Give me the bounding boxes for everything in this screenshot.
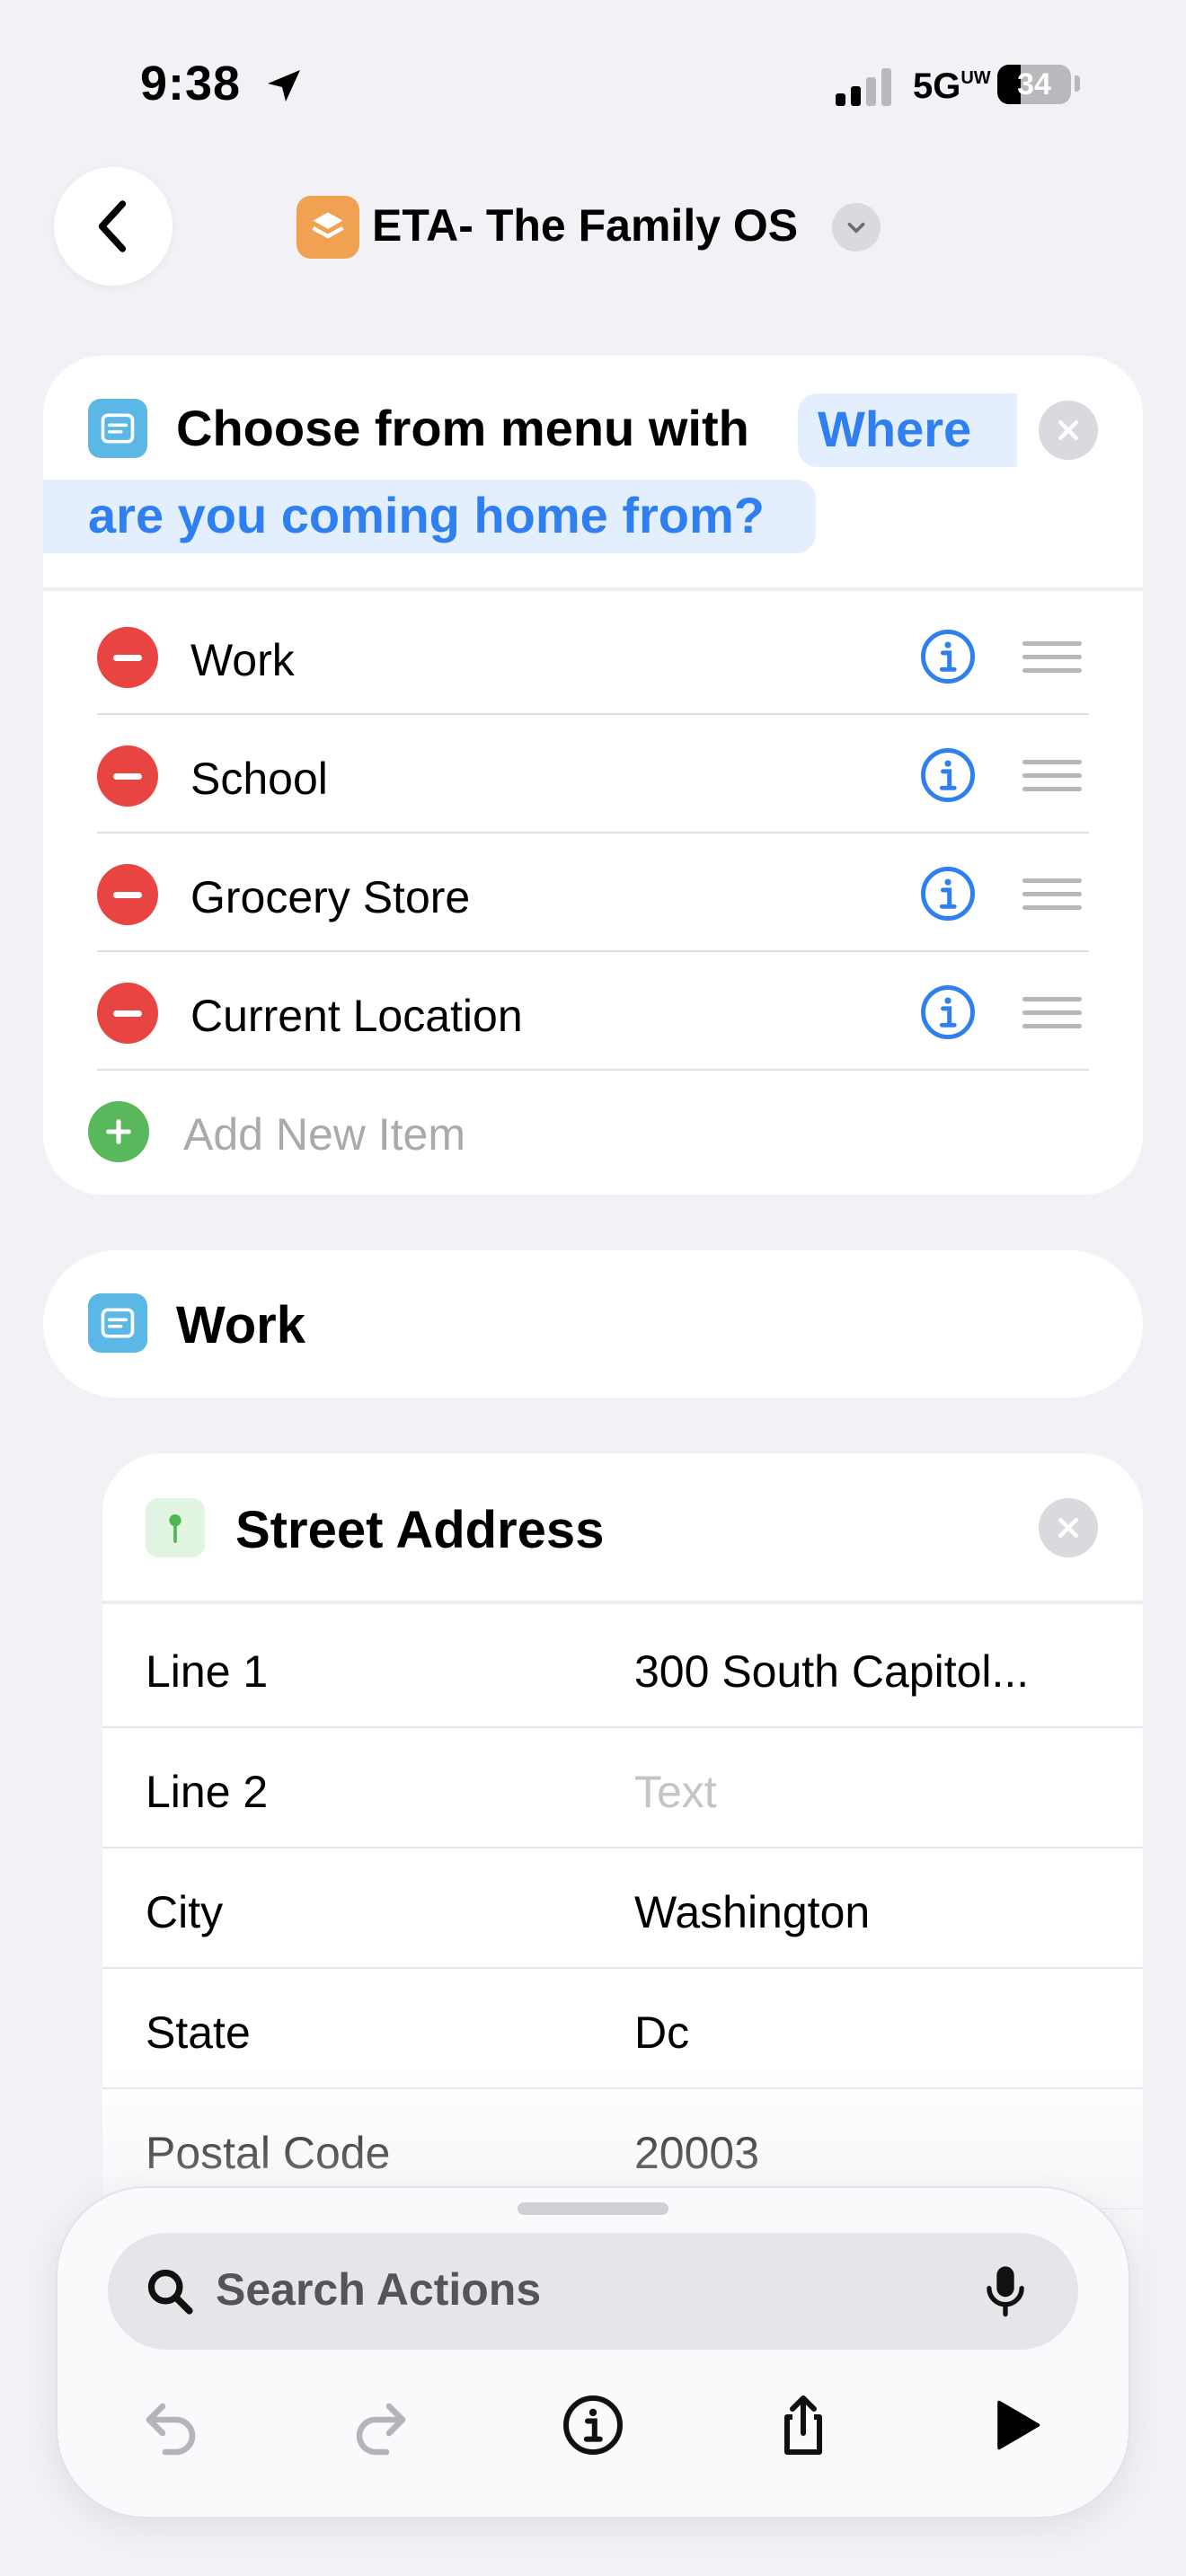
menu-action-icon bbox=[88, 399, 147, 458]
info-button[interactable] bbox=[555, 2387, 631, 2463]
menu-item-row: School bbox=[97, 715, 1089, 834]
info-icon bbox=[563, 2395, 623, 2455]
address-field-row[interactable]: City Washington bbox=[102, 1848, 1143, 1969]
undo-icon bbox=[146, 2403, 196, 2456]
divider bbox=[102, 1601, 1143, 1604]
microphone-icon[interactable] bbox=[979, 2262, 1031, 2319]
menu-action-label: Choose from menu with bbox=[176, 400, 749, 456]
menu-item-row: Current Location bbox=[97, 952, 1089, 1071]
status-time: 9:38 bbox=[140, 57, 242, 110]
menu-item-label[interactable]: Grocery Store bbox=[190, 871, 470, 923]
address-field-row[interactable]: Line 1 300 South Capitol... bbox=[102, 1608, 1143, 1728]
address-field-row[interactable]: Line 2 Text bbox=[102, 1728, 1143, 1848]
shortcut-app-icon[interactable] bbox=[296, 196, 359, 259]
back-chevron-icon bbox=[98, 200, 127, 252]
search-icon bbox=[147, 2269, 193, 2315]
redo-button[interactable] bbox=[343, 2387, 419, 2463]
delete-item-button[interactable] bbox=[97, 627, 158, 688]
field-label: City bbox=[146, 1887, 224, 1937]
drag-handle-icon[interactable] bbox=[1022, 878, 1082, 911]
info-icon[interactable] bbox=[918, 745, 978, 805]
line2-field[interactable]: Text bbox=[634, 1766, 717, 1818]
add-new-item-label[interactable]: Add New Item bbox=[183, 1108, 465, 1160]
street-address-title: Street Address bbox=[235, 1501, 605, 1559]
network-type: 5GUW bbox=[913, 66, 991, 106]
chevron-down-icon bbox=[847, 222, 865, 234]
menu-item-label[interactable]: Work bbox=[190, 634, 295, 686]
back-button[interactable] bbox=[54, 167, 173, 286]
prompt-token-text[interactable]: Where bbox=[818, 400, 971, 458]
delete-item-button[interactable] bbox=[97, 983, 158, 1044]
drag-handle-icon[interactable] bbox=[1022, 997, 1082, 1029]
add-item-button[interactable] bbox=[88, 1101, 149, 1162]
map-pin-icon bbox=[146, 1498, 205, 1557]
plus-icon bbox=[106, 1119, 131, 1144]
menu-item-row: Work bbox=[97, 596, 1089, 715]
shortcut-title[interactable]: ETA- The Family OS bbox=[372, 199, 798, 251]
menu-item-row: Grocery Store bbox=[97, 834, 1089, 952]
menu-item-label[interactable]: School bbox=[190, 753, 328, 805]
field-label: Line 2 bbox=[146, 1767, 269, 1817]
remove-action-button[interactable] bbox=[1039, 1498, 1098, 1557]
battery-icon: 34 bbox=[997, 65, 1071, 104]
layers-icon bbox=[312, 212, 344, 239]
sheet-grabber[interactable] bbox=[518, 2202, 668, 2215]
search-actions-input[interactable] bbox=[216, 2263, 934, 2316]
delete-item-button[interactable] bbox=[97, 864, 158, 925]
play-icon bbox=[997, 2400, 1040, 2450]
menu-case-label: Work bbox=[176, 1296, 305, 1354]
menu-item-label[interactable]: Current Location bbox=[190, 990, 523, 1042]
run-shortcut-button[interactable] bbox=[978, 2387, 1053, 2463]
drag-handle-icon[interactable] bbox=[1022, 641, 1082, 674]
location-arrow-icon bbox=[268, 70, 300, 101]
close-icon bbox=[1058, 1518, 1078, 1538]
title-dropdown-button[interactable] bbox=[832, 203, 881, 251]
field-label: State bbox=[146, 2007, 251, 2058]
info-icon[interactable] bbox=[918, 627, 978, 686]
field-label: Line 1 bbox=[146, 1646, 269, 1697]
battery-tip bbox=[1075, 75, 1080, 92]
share-button[interactable] bbox=[766, 2387, 841, 2463]
line1-field[interactable]: 300 South Capitol... bbox=[634, 1645, 1029, 1698]
redo-icon bbox=[356, 2403, 406, 2456]
remove-action-button[interactable] bbox=[1039, 401, 1098, 460]
menu-action-icon bbox=[88, 1293, 147, 1353]
info-icon[interactable] bbox=[918, 983, 978, 1042]
share-icon bbox=[784, 2395, 822, 2455]
divider bbox=[43, 587, 1143, 591]
prompt-token-text-continued[interactable]: are you coming home from? bbox=[88, 486, 765, 544]
undo-button[interactable] bbox=[133, 2387, 208, 2463]
state-field[interactable]: Dc bbox=[634, 2007, 689, 2059]
delete-item-button[interactable] bbox=[97, 745, 158, 807]
signal-icon bbox=[836, 65, 891, 106]
drag-handle-icon[interactable] bbox=[1022, 760, 1082, 792]
battery-level: 34 bbox=[1017, 67, 1051, 101]
close-icon bbox=[1058, 420, 1078, 440]
info-icon[interactable] bbox=[918, 864, 978, 923]
city-field[interactable]: Washington bbox=[634, 1886, 870, 1938]
